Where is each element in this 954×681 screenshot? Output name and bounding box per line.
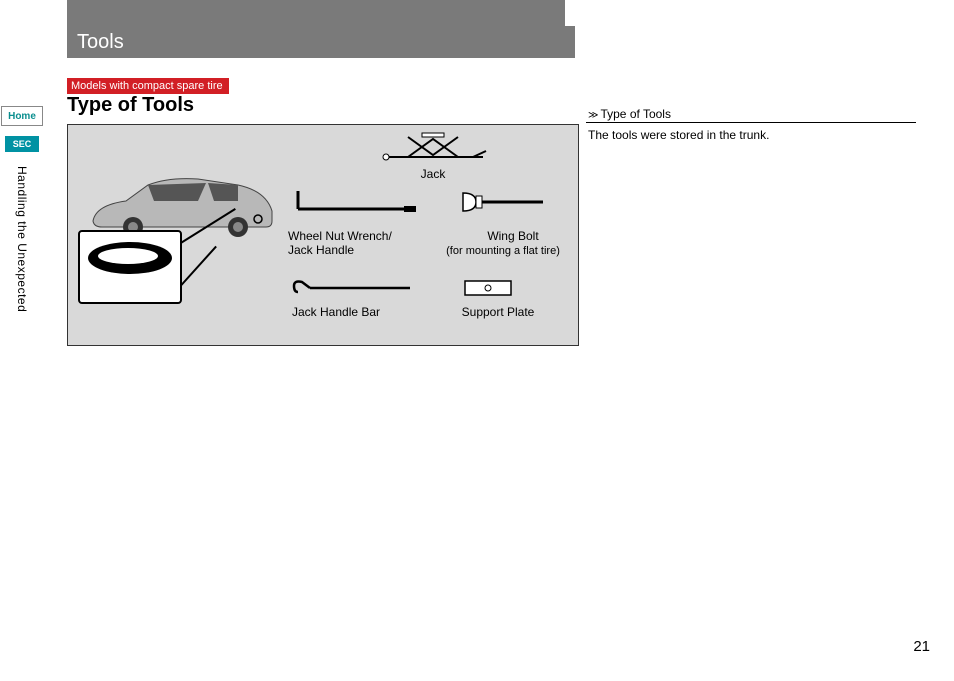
notes-heading: Type of Tools bbox=[586, 107, 916, 123]
wing-bolt-sublabel: (for mounting a flat tire) bbox=[423, 245, 583, 257]
wrench-label: Wheel Nut Wrench/ Jack Handle bbox=[288, 229, 418, 257]
jack-handle-bar-icon bbox=[292, 273, 412, 306]
support-plate-label: Support Plate bbox=[448, 305, 548, 319]
sec-button[interactable]: SEC bbox=[5, 136, 39, 152]
section-title: Type of Tools bbox=[67, 94, 194, 117]
tools-diagram: Jack Wheel Nut Wrench/ Jack Handle Wing … bbox=[67, 124, 579, 346]
support-plate-icon bbox=[463, 273, 513, 306]
header-title: Tools bbox=[77, 31, 124, 54]
jack-handle-bar-label: Jack Handle Bar bbox=[292, 305, 412, 319]
page-header: Tools bbox=[67, 26, 575, 58]
jack-icon bbox=[378, 131, 488, 164]
chapter-label: Handling the Unexpected bbox=[15, 166, 29, 312]
jack-label: Jack bbox=[408, 167, 458, 181]
model-badge: Models with compact spare tire bbox=[67, 78, 229, 94]
home-button[interactable]: Home bbox=[1, 106, 43, 126]
trunk-inset bbox=[78, 230, 182, 304]
wing-bolt-icon bbox=[458, 187, 548, 220]
page-number: 21 bbox=[913, 638, 930, 655]
wrench-icon bbox=[288, 187, 418, 220]
wing-bolt-label: Wing Bolt bbox=[448, 229, 578, 243]
sidebar: Home SEC Handling the Unexpected bbox=[0, 106, 44, 312]
sidebar-notes: Type of Tools The tools were stored in t… bbox=[586, 107, 916, 148]
header-spacer bbox=[67, 0, 565, 26]
notes-body: The tools were stored in the trunk. bbox=[586, 123, 916, 148]
